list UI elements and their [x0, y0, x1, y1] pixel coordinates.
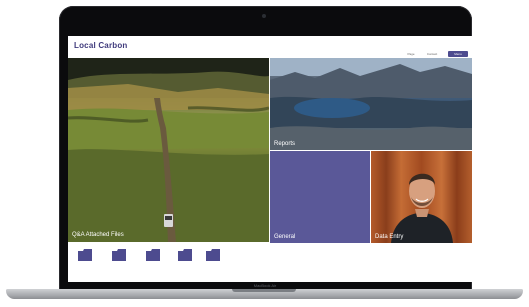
tile-label-reports: Reports: [274, 141, 296, 147]
laptop-screen: Local Carbon Page Contact Menu Q&A Attac…: [68, 36, 472, 282]
nav-button-contact[interactable]: Contact: [424, 51, 440, 57]
folder-icon[interactable]: [146, 249, 160, 263]
folder-icon[interactable]: [112, 249, 126, 263]
nav-button-menu[interactable]: Menu: [448, 51, 468, 57]
tile-data-entry[interactable]: Data Entry: [371, 151, 472, 243]
tile-general[interactable]: General: [270, 151, 370, 243]
device-brand-label: MacBook Air: [253, 283, 277, 288]
nav-button-page[interactable]: Page: [404, 51, 418, 57]
folder-strip: [68, 243, 472, 282]
tile-label-qa-attached-files: Q&A Attached Files: [72, 232, 124, 238]
app-header: Local Carbon Page Contact Menu: [68, 36, 472, 58]
webcam-icon: [262, 14, 266, 18]
folder-icon[interactable]: [178, 249, 192, 263]
tile-reports[interactable]: Reports: [270, 58, 472, 150]
laptop-notch: [232, 289, 296, 292]
smiling-man-portrait-photo: [391, 173, 453, 243]
laptop-mockup: Local Carbon Page Contact Menu Q&A Attac…: [0, 0, 529, 307]
tile-label-data-entry: Data Entry: [375, 234, 404, 240]
aerial-farm-road-photo: [68, 58, 269, 242]
tile-label-general: General: [274, 234, 296, 240]
folder-icon[interactable]: [206, 249, 220, 263]
tile-qa-attached-files[interactable]: Q&A Attached Files: [68, 58, 269, 242]
folder-icon[interactable]: [78, 249, 92, 263]
mountain-lake-photo: [270, 58, 472, 150]
app-logo[interactable]: Local Carbon: [74, 41, 128, 50]
